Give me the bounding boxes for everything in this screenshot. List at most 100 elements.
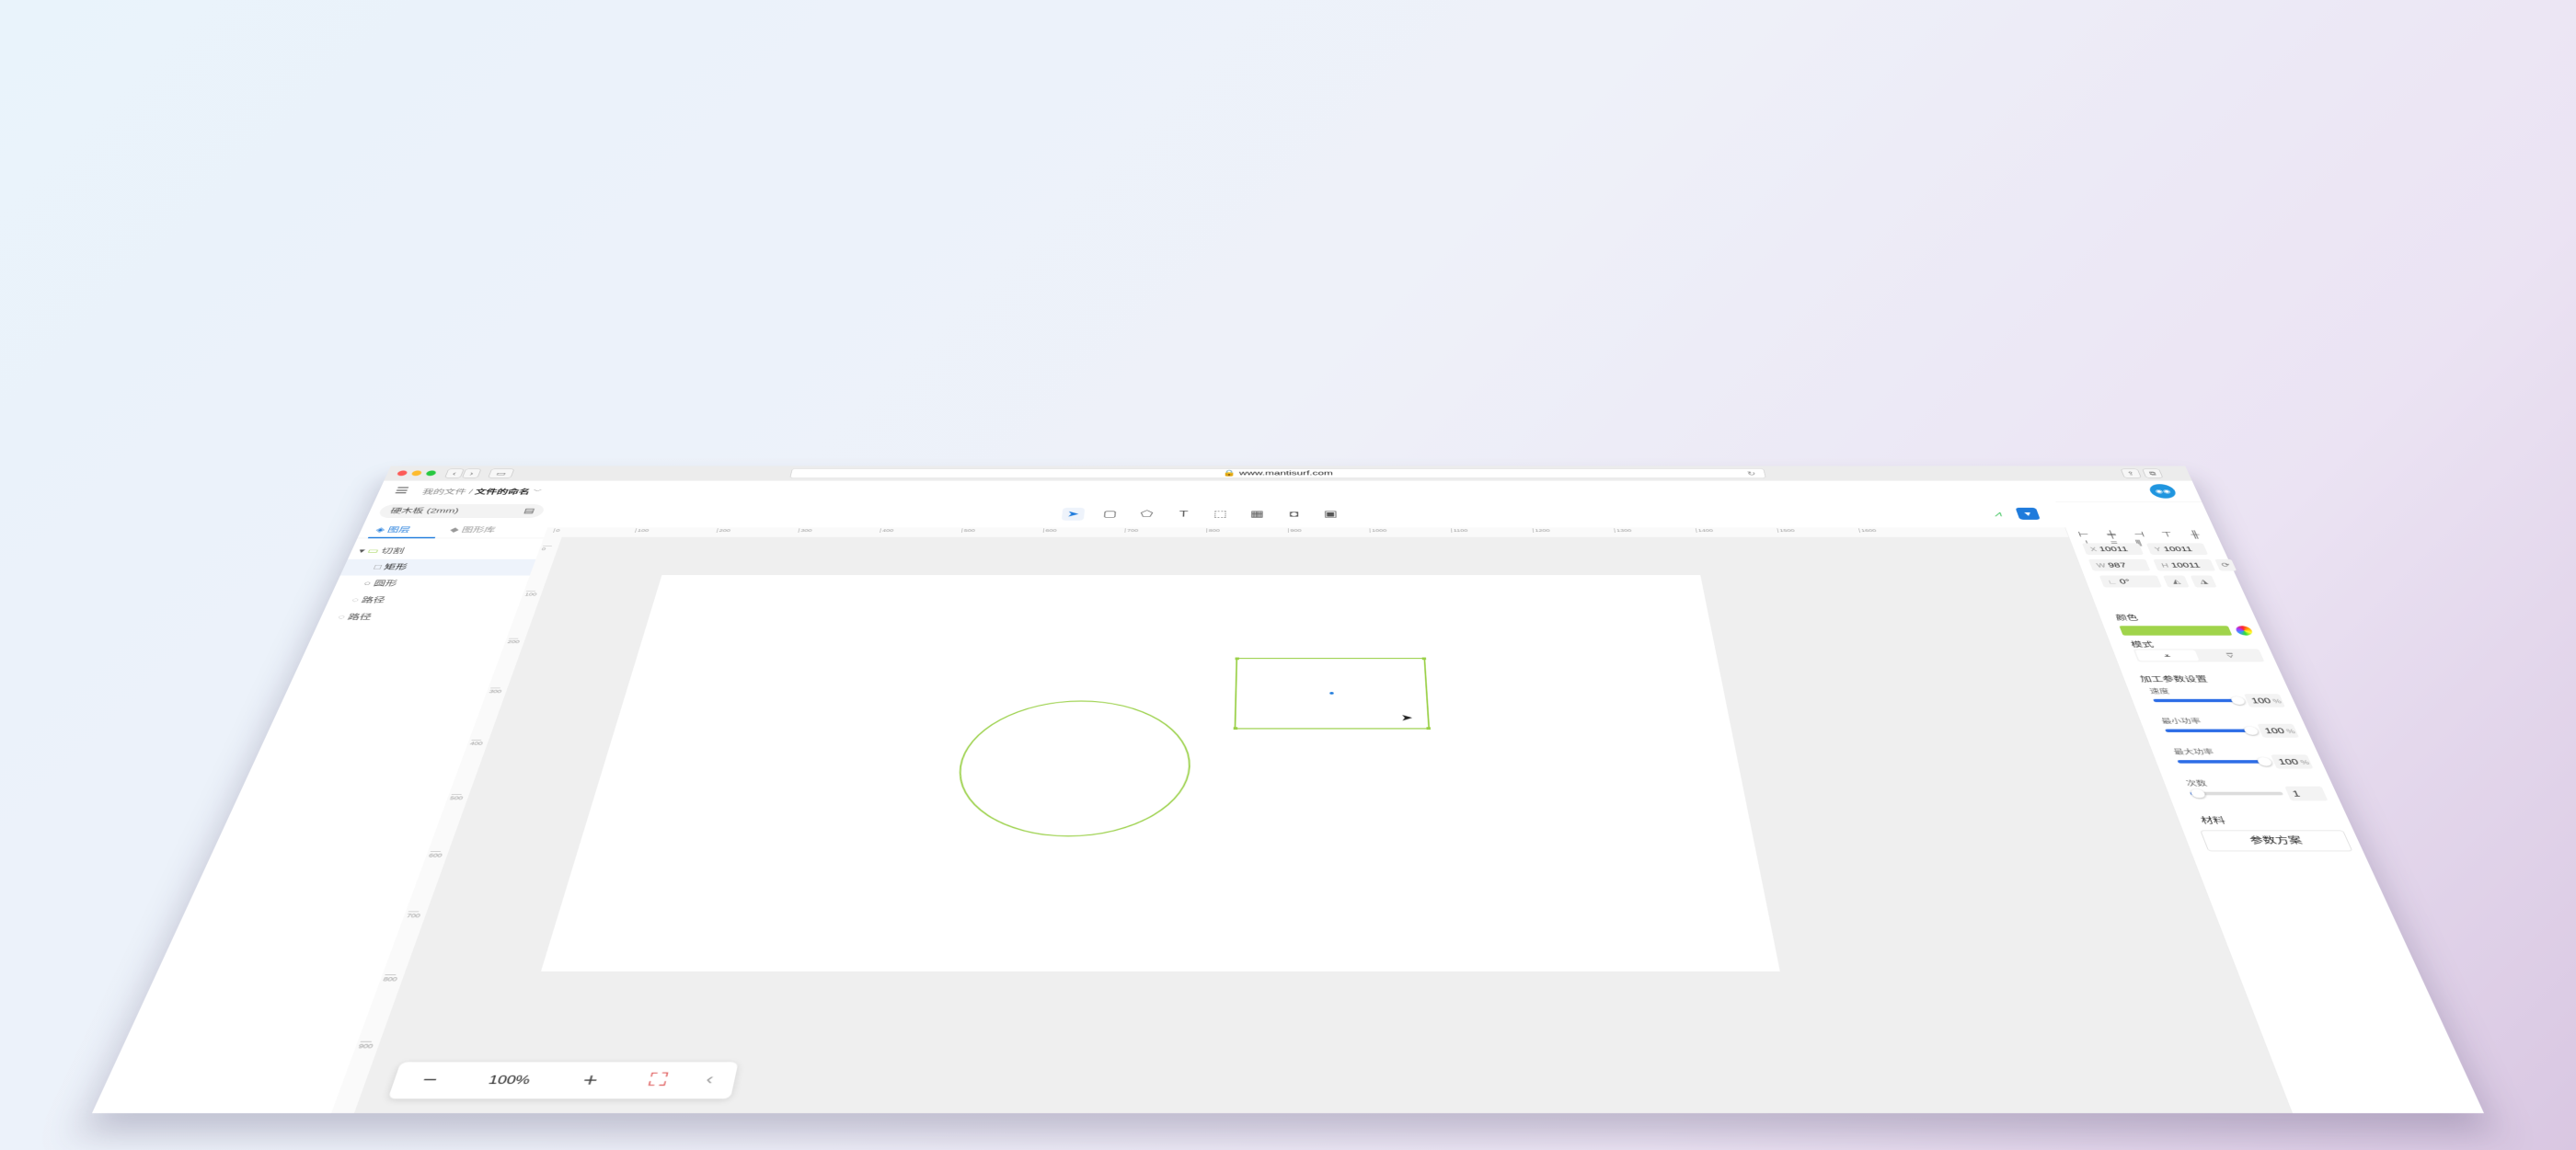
min-power-unit: % [2285, 729, 2296, 735]
breadcrumb-root[interactable]: 我的文件 [421, 489, 468, 496]
slider-knob[interactable] [2229, 696, 2246, 705]
width-field[interactable]: W987 [2088, 559, 2151, 571]
max-power-slider[interactable] [2177, 760, 2269, 764]
minimize-window-icon[interactable] [410, 470, 422, 476]
layer-item-path[interactable]: ◌ 路径 [325, 592, 546, 608]
ruler-tick: 300 [489, 688, 500, 695]
ruler-tick: 0 [553, 528, 560, 533]
slider-fill [2177, 760, 2264, 764]
fit-screen-icon[interactable]: ⛶ [647, 1069, 669, 1090]
text-tool-icon[interactable]: T [1172, 508, 1195, 521]
flip-vertical-icon[interactable]: ◮ [2191, 576, 2217, 588]
layer-item-path[interactable]: ◌ 路径 [317, 609, 535, 627]
flip-horizontal-icon[interactable]: ◭ [2163, 576, 2190, 588]
resize-handle[interactable] [1426, 727, 1431, 730]
forward-icon[interactable]: › [462, 469, 481, 478]
ruler-tick: 600 [1043, 528, 1057, 533]
zoom-controls: − 100% + ⛶ ‹ [388, 1062, 739, 1098]
passes-input[interactable]: 1 [2284, 787, 2328, 801]
qr-code-tool-icon[interactable]: ▦ [1246, 508, 1268, 521]
process-settings-label: 加工参数设置 [2138, 673, 2209, 684]
resize-handle[interactable] [1422, 658, 1426, 661]
resize-handle[interactable] [1236, 658, 1239, 661]
share-icon[interactable]: ⇪ [2121, 469, 2142, 478]
speed-value: 100 [2250, 696, 2272, 705]
color-picker-icon[interactable] [2234, 626, 2254, 635]
address-bar[interactable]: 🔒 www.mantisurf.com ↻ [789, 468, 1765, 478]
work-board[interactable]: ➤ [541, 575, 1780, 972]
slider-knob[interactable] [2256, 757, 2272, 765]
select-tool-icon[interactable]: ➤ [1062, 508, 1085, 521]
x-value: 10011 [2098, 546, 2129, 553]
cut-layer-icon: ▭ [364, 543, 382, 558]
parameter-preset-button[interactable]: 参数方案 [2200, 831, 2352, 852]
maximize-window-icon[interactable] [425, 470, 437, 476]
h-value: 10011 [2169, 561, 2202, 569]
ruler-tick: 1500 [1777, 528, 1795, 533]
material-settings-icon[interactable]: ▤ [522, 504, 537, 518]
ruler-tick: 1300 [1614, 528, 1631, 533]
avatar[interactable]: ◉◉ [2147, 484, 2179, 498]
ruler-tick: 200 [507, 638, 519, 644]
height-field[interactable]: H10011 [2153, 559, 2215, 571]
slider-knob[interactable] [2190, 789, 2206, 799]
rectangle-tool-icon[interactable]: ▢ [1098, 508, 1121, 521]
wifi-icon[interactable]: ⩘ [1993, 510, 2004, 519]
image-tool-icon[interactable]: ▣ [1319, 508, 1341, 521]
layer-label: 矩形 [383, 563, 408, 570]
ruler-tick: 1200 [1533, 528, 1550, 533]
passes-value: 1 [2291, 789, 2301, 799]
w-value: 987 [2107, 561, 2127, 569]
ruler-tick: 400 [469, 740, 481, 746]
save-device-icon[interactable]: ▼ [2016, 508, 2041, 520]
layer-label: 路径 [347, 613, 374, 621]
resize-handle[interactable] [1234, 727, 1237, 730]
x-field[interactable]: X10011 [2082, 543, 2144, 555]
slider-knob[interactable] [2242, 727, 2259, 735]
lock-ratio-icon[interactable]: ⟳ [2214, 559, 2237, 571]
collapse-icon[interactable]: ‹ [704, 1069, 716, 1090]
circle-shape[interactable] [949, 700, 1193, 836]
passes-slider[interactable] [2190, 792, 2283, 796]
mode-toggle: ⩡ ⩢ [2133, 649, 2265, 661]
pen-tool-icon[interactable]: ⬠ [1135, 508, 1158, 521]
reload-icon[interactable]: ↻ [1746, 469, 1757, 478]
breadcrumb-current[interactable]: 文件的命名 [474, 489, 531, 496]
speed-slider[interactable] [2153, 699, 2243, 702]
zoom-out-button[interactable]: − [420, 1069, 441, 1090]
frame-tool-icon[interactable]: ⬚ [1209, 508, 1231, 521]
tab-layers-label: 图层 [386, 526, 412, 534]
layer-group-cut[interactable]: ▾ ▭ 切割 [348, 543, 549, 558]
color-swatch[interactable] [2119, 626, 2232, 635]
max-power-input[interactable]: 100% [2271, 754, 2313, 768]
tab-layers[interactable]: ◈ 图层 [374, 524, 412, 534]
tabs-overview-icon[interactable]: ⧉ [2142, 469, 2163, 478]
camera-tool-icon[interactable]: ◘ [1282, 508, 1305, 521]
min-power-input[interactable]: 100% [2257, 724, 2299, 738]
ruler-tick: 1400 [1696, 528, 1714, 533]
canvas-area[interactable]: ➤ − 100% + ⛶ ‹ [354, 537, 2293, 1113]
tab-shape-library[interactable]: ◆ 图形库 [449, 524, 498, 534]
ruler-tick: 1600 [1858, 528, 1877, 533]
chevron-down-icon[interactable]: ﹀ [532, 490, 542, 495]
close-window-icon[interactable] [397, 470, 408, 476]
speed-input[interactable]: 100% [2244, 694, 2285, 707]
mode-fill-icon[interactable]: ⩡ [2135, 650, 2200, 661]
material-selector[interactable]: 硬木板 (2mm) ▤ [377, 504, 546, 518]
sidebar-toggle-icon[interactable]: ▭ [488, 469, 514, 478]
mode-line-icon[interactable]: ⩢ [2198, 650, 2262, 661]
page: ‹ › ▭ 🔒 www.mantisurf.com ↻ ⇪ ⧉ ☰ 我的文件 / … [0, 0, 2576, 1150]
min-power-slider[interactable] [2165, 730, 2256, 732]
zoom-in-button[interactable]: + [581, 1069, 601, 1090]
speed-unit: % [2272, 698, 2283, 705]
angle-value: 0° [2118, 578, 2131, 585]
menu-icon[interactable]: ☰ [394, 487, 413, 495]
expand-arrow-icon[interactable]: ▾ [357, 547, 366, 555]
ruler-horizontal: 0 100 200 300 400 500 600 700 800 900 10… [544, 527, 2069, 537]
layer-label: 切割 [380, 547, 406, 555]
y-field[interactable]: Y10011 [2146, 543, 2208, 555]
ruler-tick: 600 [428, 851, 441, 858]
angle-field[interactable]: ∟0° [2099, 576, 2162, 588]
speed-label: 速度 [2148, 687, 2171, 696]
path-icon: ◌ [348, 592, 362, 608]
